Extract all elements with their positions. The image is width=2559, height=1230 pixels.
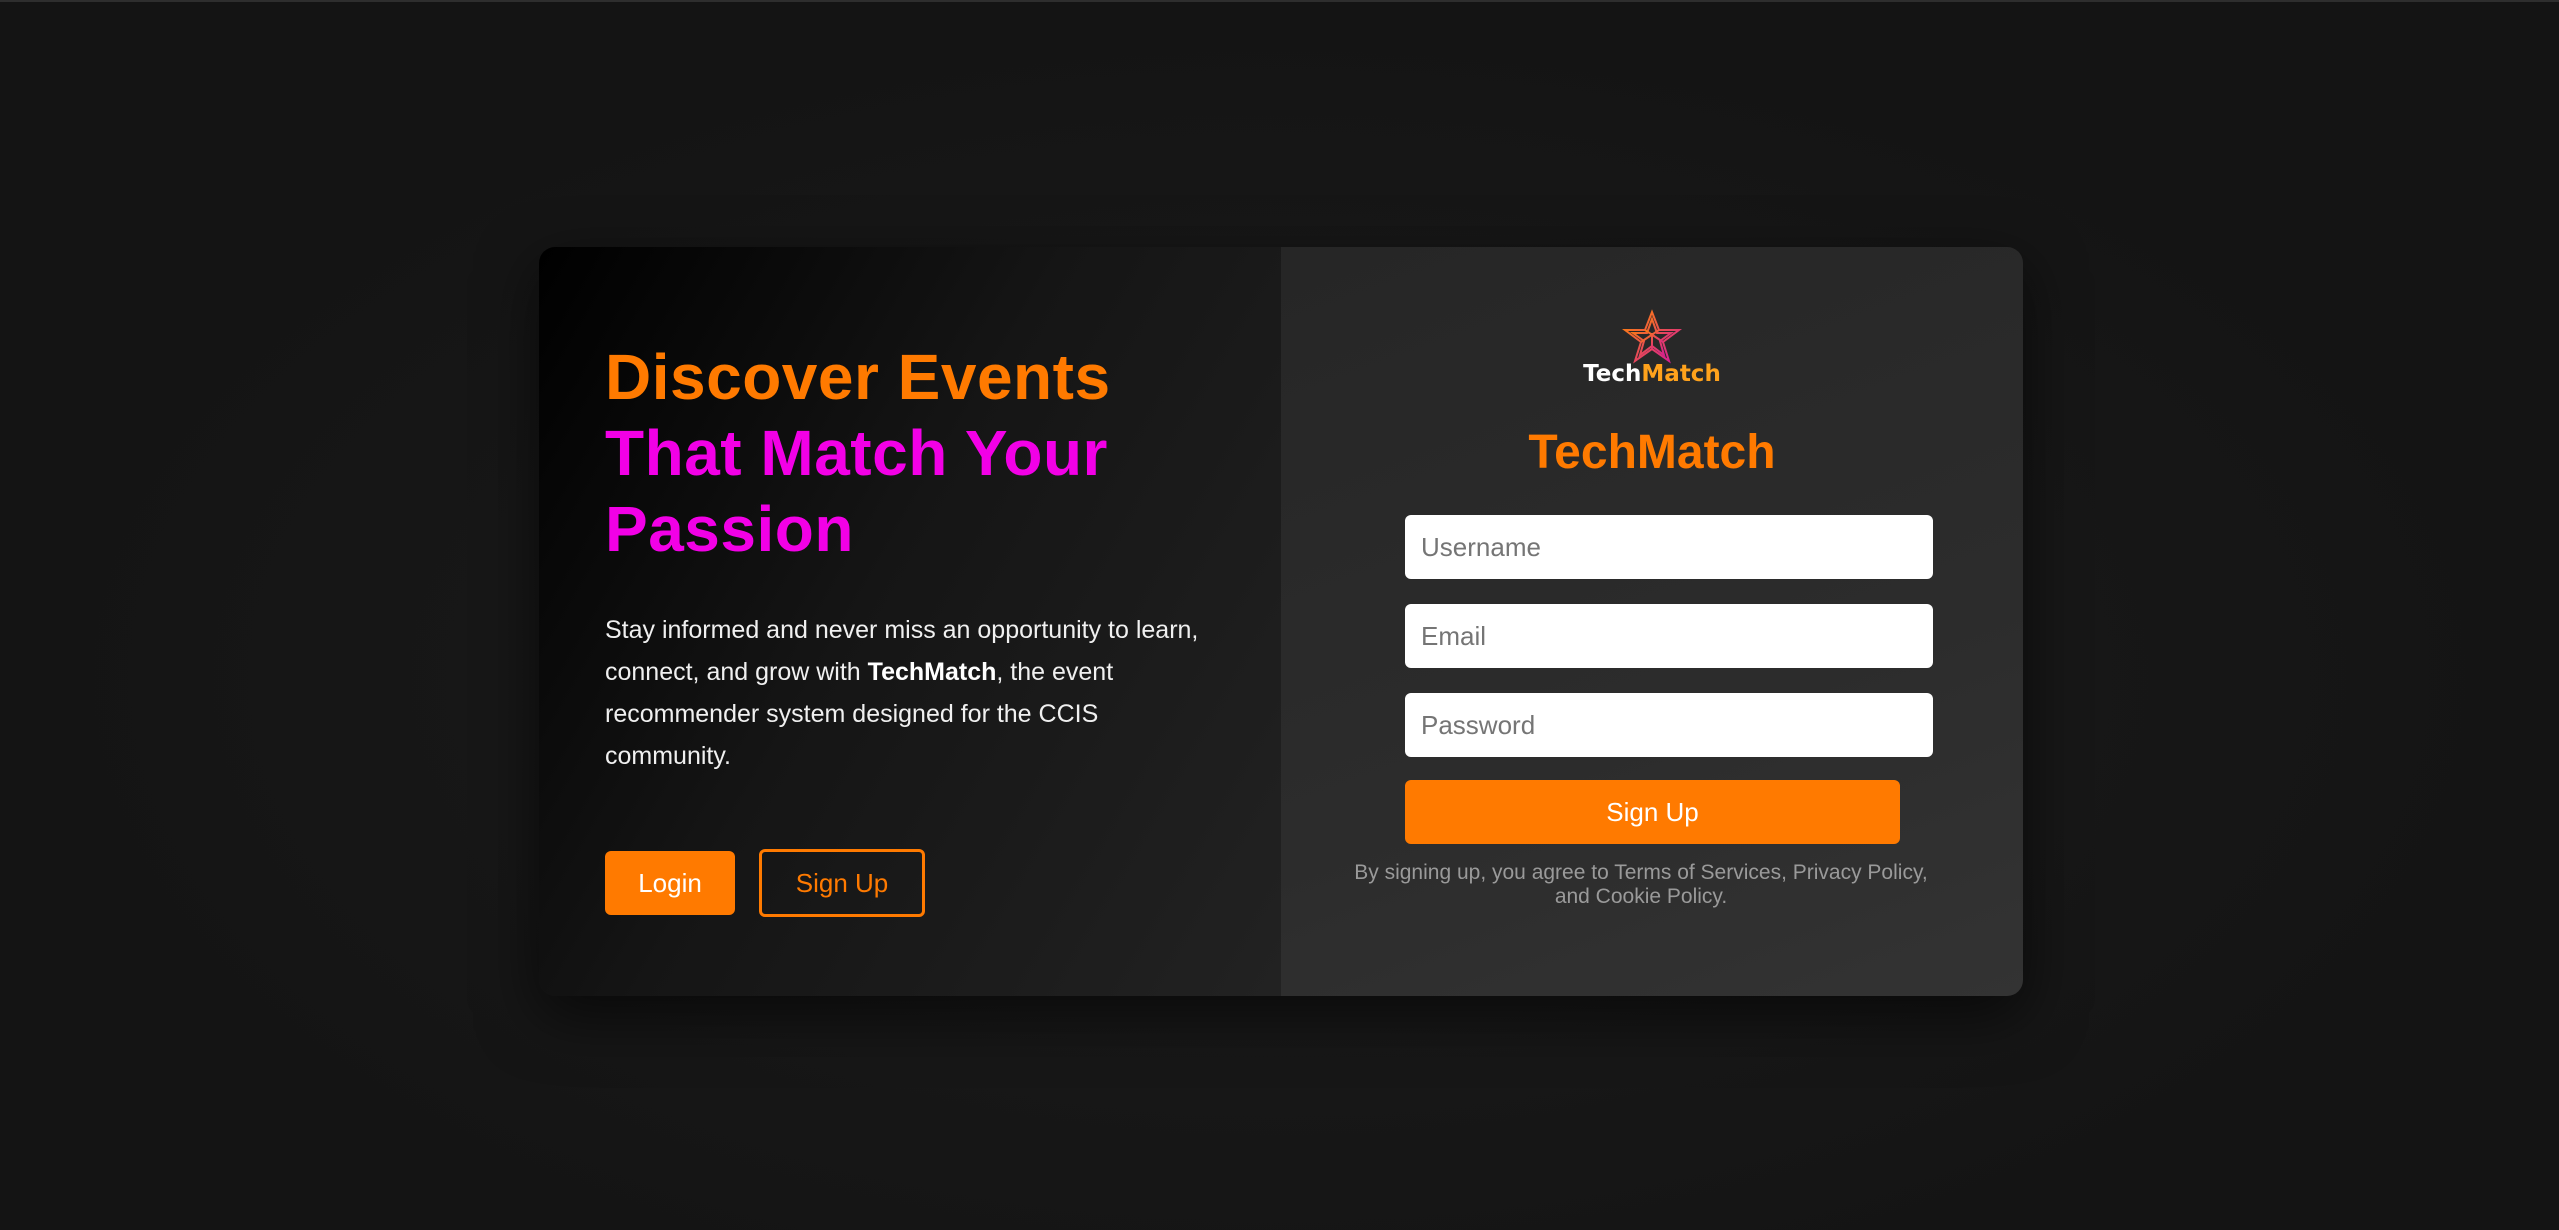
password-field[interactable] xyxy=(1405,693,1933,757)
signup-form: Sign Up xyxy=(1405,515,1935,844)
headline-line-3: Passion xyxy=(605,493,854,565)
logo-wordmark: TechMatch xyxy=(1583,361,1721,387)
signup-outline-button[interactable]: Sign Up xyxy=(759,849,925,917)
username-field[interactable] xyxy=(1405,515,1933,579)
email-field[interactable] xyxy=(1405,604,1933,668)
techmatch-logo: TechMatch xyxy=(1281,309,2023,387)
hero-actions: Login Sign Up xyxy=(605,849,1215,917)
logo-tech: Tech xyxy=(1583,361,1642,387)
logo-match: Match xyxy=(1641,361,1721,387)
terms-notice: By signing up, you agree to Terms of Ser… xyxy=(1354,861,1928,908)
desc-brand: TechMatch xyxy=(867,658,997,686)
signup-title: TechMatch xyxy=(1528,426,1776,479)
headline-line-2: That Match Your xyxy=(605,417,1108,489)
login-button[interactable]: Login xyxy=(605,851,735,915)
page-background: Discover Events That Match Your Passion … xyxy=(0,0,2559,1230)
signup-submit-button[interactable]: Sign Up xyxy=(1405,780,1900,844)
hero-description: Stay informed and never miss an opportun… xyxy=(605,609,1225,777)
hero-panel: Discover Events That Match Your Passion … xyxy=(539,247,1281,996)
hero-headline: Discover Events That Match Your Passion xyxy=(605,339,1215,567)
headline-line-1: Discover Events xyxy=(605,341,1111,413)
auth-card: Discover Events That Match Your Passion … xyxy=(539,247,2023,996)
star-knot-icon xyxy=(1622,309,1682,364)
signup-panel: TechMatch TechMatch Sign Up By signing u… xyxy=(1281,247,2023,996)
